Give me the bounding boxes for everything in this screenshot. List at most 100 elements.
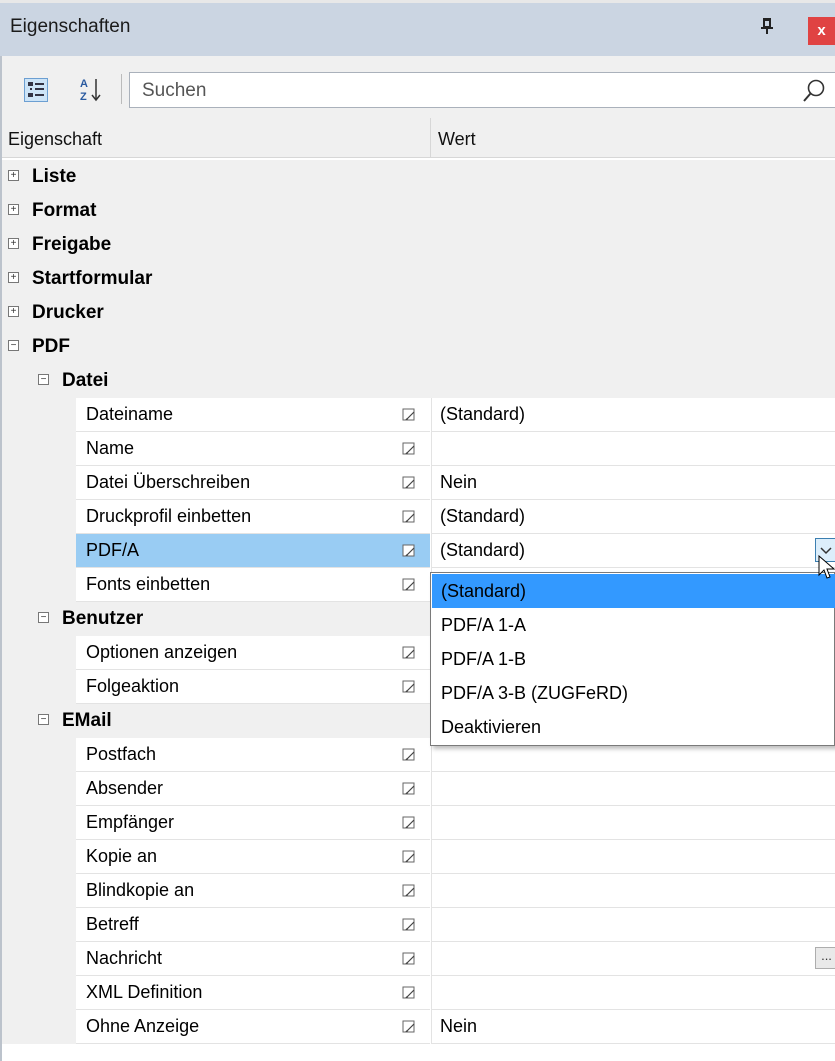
dropdown-option[interactable]: PDF/A 1-A (432, 608, 835, 642)
search-input[interactable]: Suchen (129, 72, 835, 108)
property-name-cell[interactable]: Folgeaktion (76, 670, 430, 704)
category-startformular[interactable]: + Startformular (2, 262, 835, 296)
category-freigabe[interactable]: + Freigabe (2, 228, 835, 262)
property-value-cell[interactable] (431, 806, 835, 840)
property-name-cell[interactable]: Fonts einbetten (76, 568, 430, 602)
ellipsis-button[interactable]: ... (815, 947, 835, 969)
expander-icon[interactable]: + (8, 272, 19, 283)
sort-alphabetical-icon[interactable]: A Z (79, 76, 105, 104)
category-liste[interactable]: + Liste (2, 160, 835, 194)
expander-icon[interactable]: + (8, 238, 19, 249)
property-name-cell[interactable]: Datei Überschreiben (76, 466, 430, 500)
edit-property-icon[interactable] (402, 748, 416, 767)
dropdown-option[interactable]: PDF/A 1-B (432, 642, 835, 676)
property-name-cell[interactable]: Kopie an (76, 840, 430, 874)
edit-property-icon[interactable] (402, 476, 416, 495)
expander-icon[interactable]: + (8, 306, 19, 317)
property-name-cell[interactable]: PDF/A (76, 534, 430, 568)
property-row-empfänger[interactable]: Empfänger (2, 806, 835, 840)
column-header-value[interactable]: Wert (438, 129, 476, 150)
property-name-cell[interactable]: Blindkopie an (76, 874, 430, 908)
edit-property-icon[interactable] (402, 1020, 416, 1039)
property-value-cell[interactable] (431, 874, 835, 908)
property-row-datei-überschreiben[interactable]: Datei Überschreiben Nein (2, 466, 835, 500)
property-name-cell[interactable]: Betreff (76, 908, 430, 942)
property-row-pdf-a[interactable]: PDF/A (Standard) (2, 534, 835, 568)
expander-icon[interactable]: − (38, 714, 49, 725)
close-button[interactable]: x (808, 17, 835, 45)
property-value: (Standard) (440, 404, 526, 424)
category-pdf[interactable]: − PDF (2, 330, 835, 364)
edit-property-icon[interactable] (402, 952, 416, 971)
dropdown-option[interactable]: PDF/A 3-B (ZUGFeRD) (432, 676, 835, 710)
property-value-cell[interactable] (431, 976, 835, 1010)
edit-property-icon[interactable] (402, 918, 416, 937)
property-row-nachricht[interactable]: Nachricht... (2, 942, 835, 976)
edit-property-icon[interactable] (402, 816, 416, 835)
subcategory-datei[interactable]: − Datei (2, 364, 835, 398)
property-row-name[interactable]: Name (2, 432, 835, 466)
expander-icon[interactable]: − (8, 340, 19, 351)
property-row-absender[interactable]: Absender (2, 772, 835, 806)
property-value-cell[interactable]: Nein (431, 1010, 835, 1044)
property-name-cell[interactable]: Optionen anzeigen (76, 636, 430, 670)
row-gutter (2, 670, 76, 704)
property-row-betreff[interactable]: Betreff (2, 908, 835, 942)
edit-property-icon[interactable] (402, 408, 416, 427)
property-name: Empfänger (86, 812, 175, 832)
edit-property-icon[interactable] (402, 680, 416, 699)
property-name-cell[interactable]: Absender (76, 772, 430, 806)
property-name-cell[interactable]: Nachricht (76, 942, 430, 976)
property-row-ohne-anzeige[interactable]: Ohne Anzeige Nein (2, 1010, 835, 1044)
property-name-cell[interactable]: Druckprofil einbetten (76, 500, 430, 534)
property-name-cell[interactable]: Dateiname (76, 398, 430, 432)
edit-property-icon[interactable] (402, 782, 416, 801)
property-name-cell[interactable]: Ohne Anzeige (76, 1010, 430, 1044)
property-value-cell[interactable]: ... (431, 942, 835, 976)
edit-property-icon[interactable] (402, 986, 416, 1005)
property-value-cell[interactable] (431, 772, 835, 806)
column-divider[interactable] (430, 118, 431, 158)
property-name-cell[interactable]: Postfach (76, 738, 430, 772)
dropdown-option-label: (Standard) (441, 581, 527, 601)
property-row-xml-definition[interactable]: XML Definition (2, 976, 835, 1010)
expander-icon[interactable]: − (38, 612, 49, 623)
property-name: Ohne Anzeige (86, 1016, 200, 1036)
property-value-cell[interactable]: Nein (431, 466, 835, 500)
column-header-property[interactable]: Eigenschaft (8, 129, 102, 150)
pin-icon[interactable] (760, 17, 774, 40)
edit-property-icon[interactable] (402, 884, 416, 903)
dropdown-option[interactable]: (Standard) (432, 574, 835, 608)
property-row-kopie-an[interactable]: Kopie an (2, 840, 835, 874)
property-row-dateiname[interactable]: Dateiname (Standard) (2, 398, 835, 432)
edit-property-icon[interactable] (402, 578, 416, 597)
property-value-cell[interactable]: (Standard) (431, 534, 835, 568)
edit-property-icon[interactable] (402, 442, 416, 461)
magnifier-icon[interactable] (802, 78, 828, 109)
category-label: Drucker (32, 302, 104, 323)
expander-icon[interactable]: + (8, 170, 19, 181)
property-name: Fonts einbetten (86, 574, 211, 594)
mouse-cursor-icon (818, 554, 835, 586)
category-format[interactable]: + Format (2, 194, 835, 228)
property-value-cell[interactable]: (Standard) (431, 398, 835, 432)
property-name-cell[interactable]: Name (76, 432, 430, 466)
property-row-blindkopie-an[interactable]: Blindkopie an (2, 874, 835, 908)
edit-property-icon[interactable] (402, 544, 416, 563)
property-value-cell[interactable]: (Standard) (431, 500, 835, 534)
edit-property-icon[interactable] (402, 510, 416, 529)
categorized-view-icon[interactable] (24, 78, 48, 102)
edit-property-icon[interactable] (402, 850, 416, 869)
expander-icon[interactable]: − (38, 374, 49, 385)
property-value-cell[interactable] (431, 432, 835, 466)
row-gutter (2, 738, 76, 772)
property-row-druckprofil-einbetten[interactable]: Druckprofil einbetten (Standard) (2, 500, 835, 534)
category-drucker[interactable]: + Drucker (2, 296, 835, 330)
edit-property-icon[interactable] (402, 646, 416, 665)
property-value-cell[interactable] (431, 840, 835, 874)
dropdown-option[interactable]: Deaktivieren (432, 710, 835, 744)
expander-icon[interactable]: + (8, 204, 19, 215)
property-name-cell[interactable]: XML Definition (76, 976, 430, 1010)
property-value-cell[interactable] (431, 908, 835, 942)
property-name-cell[interactable]: Empfänger (76, 806, 430, 840)
